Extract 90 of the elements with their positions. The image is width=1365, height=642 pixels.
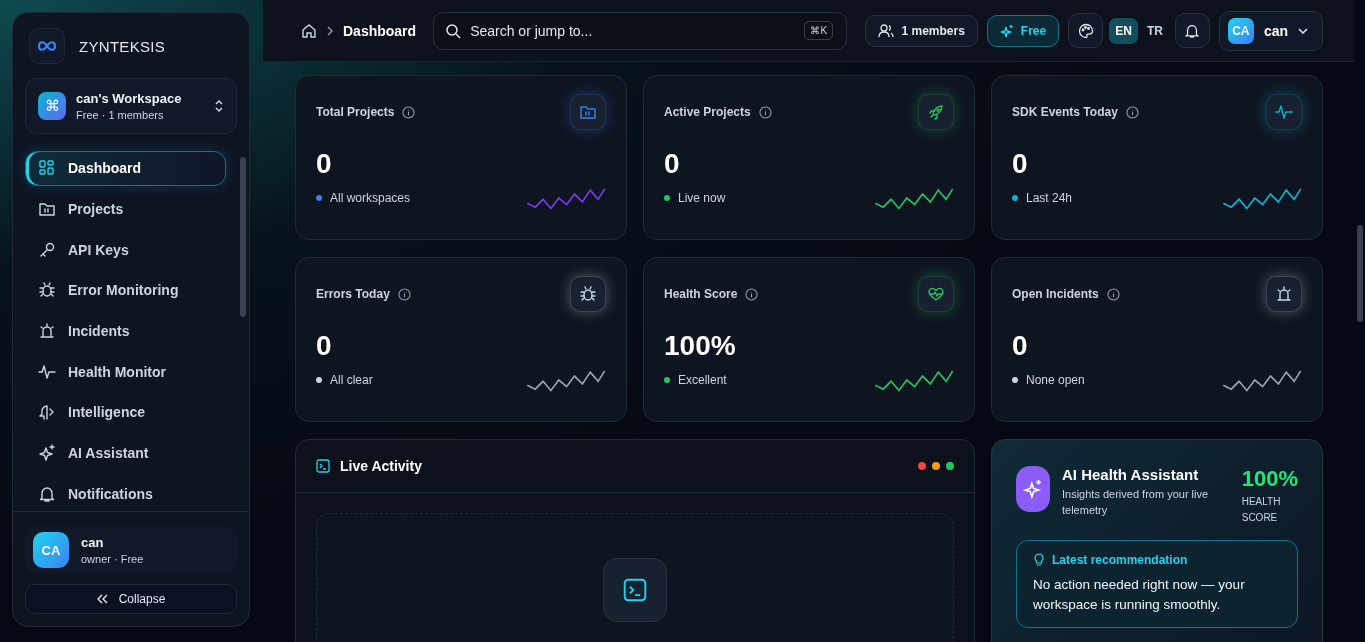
window-dots-icon: [918, 462, 954, 470]
info-icon[interactable]: [1106, 287, 1120, 301]
metric-value: 0: [316, 330, 333, 362]
terminal-icon: [316, 459, 330, 473]
metric-value: 0: [316, 148, 333, 180]
recommendation-title: Latest recommendation: [1052, 553, 1188, 567]
metric-value: 0: [664, 148, 681, 180]
members-button[interactable]: 1 members: [865, 14, 978, 47]
nav-item[interactable]: Incidents: [25, 313, 226, 349]
metric-icon: [570, 276, 606, 312]
language-toggle[interactable]: TR: [1140, 17, 1169, 44]
metric-title: Errors Today: [316, 287, 390, 301]
nav-item[interactable]: Projects: [25, 191, 226, 227]
chevron-up-down-icon: [214, 99, 224, 113]
user-menu[interactable]: CA can: [1218, 10, 1323, 51]
palette-icon[interactable]: [1068, 13, 1104, 48]
users-icon: [878, 23, 895, 38]
metric-note: Live now: [678, 191, 726, 205]
metric-value: 100%: [664, 330, 737, 362]
metric-icon: [918, 276, 954, 312]
metric-icon: [570, 94, 606, 130]
collapse-button[interactable]: Collapse: [25, 584, 237, 614]
metric-title: Total Projects: [316, 105, 395, 119]
bell-icon: [38, 484, 56, 503]
metric-icon: [918, 94, 954, 130]
grid-icon: [38, 159, 56, 178]
recommendation-text: No action needed right now — your workspace is running smoothly.: [1033, 576, 1246, 614]
user-card[interactable]: CA can owner · Free: [25, 526, 237, 574]
metric-icon: [1266, 276, 1302, 312]
plan-button[interactable]: Free: [986, 14, 1060, 47]
sparkle-icon: [38, 444, 56, 463]
user-avatar: CA: [1227, 17, 1254, 44]
info-icon[interactable]: [758, 105, 772, 119]
info-icon[interactable]: [1125, 105, 1139, 119]
info-icon[interactable]: [397, 287, 411, 301]
metric-value: 0: [1012, 330, 1029, 362]
chevron-down-icon: [1298, 27, 1308, 34]
shortcut-badge: ⌘K: [804, 20, 834, 40]
metric-value: 0: [1012, 148, 1029, 180]
folder-icon: [38, 200, 56, 218]
language-toggle[interactable]: EN: [1109, 17, 1138, 44]
brand-name: ZYNTEKSIS: [79, 37, 166, 55]
siren-icon: [38, 322, 56, 340]
ai-title: AI Health Assistant: [1062, 466, 1200, 483]
metric-note: All clear: [330, 373, 373, 387]
user-avatar: CA: [33, 532, 69, 568]
metric-note: All workspaces: [330, 191, 411, 205]
metric-icon: [1266, 94, 1302, 130]
ai-subtitle: Insights derived from your live telemetry: [1062, 487, 1210, 518]
user-name: can: [1263, 22, 1288, 39]
bug-icon: [38, 281, 56, 300]
health-score: 100%: [1241, 466, 1298, 492]
chevron-right-icon: [326, 25, 334, 36]
metric-title: SDK Events Today: [1012, 105, 1118, 119]
user-role: owner · Free: [81, 553, 145, 565]
workspace-meta: Free · 1 members: [76, 109, 165, 121]
workspace-name: can's Workspace: [76, 91, 183, 106]
workspace-switcher[interactable]: ⌘ can's Workspace Free · 1 members: [25, 78, 237, 134]
metric-note: Last 24h: [1026, 191, 1073, 205]
double-chevron-left-icon: [96, 594, 109, 604]
nav-item[interactable]: Error Monitoring: [25, 273, 226, 308]
health-score-label: HEALTH SCORE: [1241, 495, 1282, 525]
home-icon[interactable]: [301, 22, 317, 39]
breadcrumb-current: Dashboard: [343, 22, 417, 39]
nav-item[interactable]: Intelligence: [25, 395, 226, 430]
infinity-logo-icon: [29, 28, 65, 64]
nav-item[interactable]: Notifications: [25, 476, 226, 512]
metric-title: Health Score: [664, 287, 738, 301]
lightbulb-icon: [1033, 553, 1045, 567]
metric-note: None open: [1026, 373, 1085, 387]
page-scrollbar[interactable]: [1357, 225, 1363, 322]
metric-title: Active Projects: [664, 105, 751, 119]
sparkle-icon: [1016, 466, 1050, 512]
workspace-icon: ⌘: [38, 92, 66, 120]
nav-item[interactable]: Dashboard: [25, 151, 226, 186]
notifications-icon[interactable]: [1174, 13, 1210, 48]
panel-title: Live Activity: [340, 458, 422, 474]
search-icon: [445, 22, 462, 39]
key-icon: [38, 240, 56, 259]
sparkle-icon: [999, 23, 1014, 38]
metric-note: Excellent: [678, 373, 727, 387]
user-name: can: [81, 535, 105, 550]
nav-item[interactable]: AI Assistant: [25, 435, 226, 471]
info-icon[interactable]: [402, 105, 416, 119]
pulse-icon: [38, 362, 56, 381]
nav-item[interactable]: API Keys: [25, 232, 226, 267]
metric-title: Open Incidents: [1012, 287, 1099, 301]
info-icon[interactable]: [745, 287, 759, 301]
terminal-icon: [603, 558, 667, 622]
nav-item[interactable]: Health Monitor: [25, 354, 226, 390]
